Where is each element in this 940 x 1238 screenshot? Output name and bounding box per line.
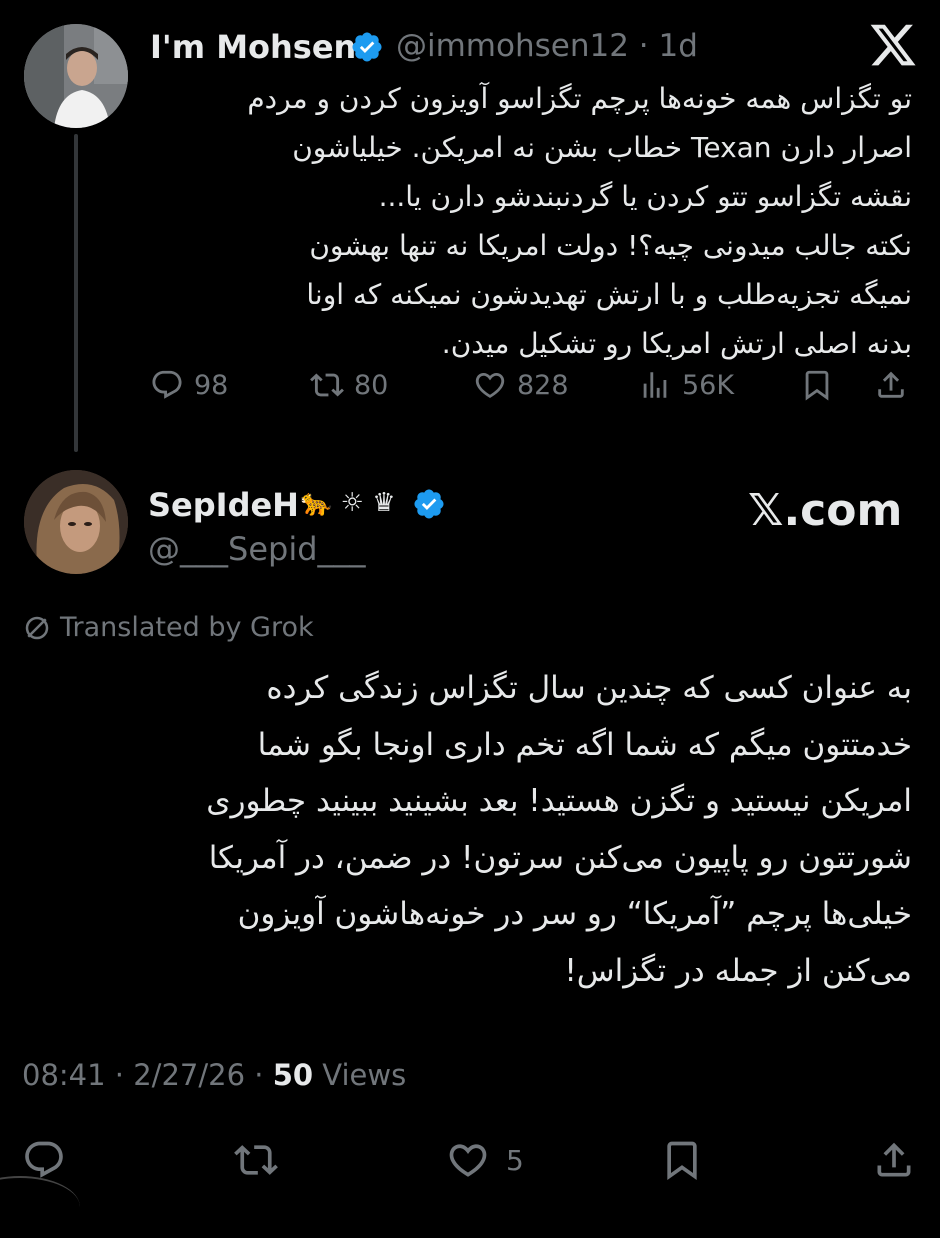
author-name[interactable]: SepIdeH [148, 486, 299, 524]
tweet-text-line: خدمتتون میگم که شما اگه تخم داری اونجا ب… [257, 726, 912, 763]
bookmark-button[interactable] [800, 368, 834, 402]
bookmark-icon [667, 1141, 697, 1181]
views-button[interactable]: 56K [638, 368, 734, 402]
separator-dot: · [245, 1058, 273, 1092]
repost-count: 80 [354, 369, 389, 401]
share-button[interactable] [872, 1138, 916, 1182]
like-count: 828 [517, 369, 569, 401]
separator-dot: · [628, 28, 659, 64]
views-icon [643, 372, 667, 398]
translated-label: Translated by Grok [60, 612, 314, 643]
tweet-text-line: نکته جالب میدونی چیه؟! دولت امریکا نه تن… [309, 229, 912, 262]
screenshot-corner-artifact [0, 1176, 80, 1238]
tweet-metadata: 08:41 · 2/27/26 · 50 Views [22, 1058, 406, 1092]
thread-connector-line [74, 134, 78, 452]
tweet-text-line: نمیگه تجزیه‌طلب و با ارتش تهدیدشون نمیکن… [306, 278, 912, 311]
reply-button[interactable]: 98 [150, 368, 228, 402]
tweet-text-line: می‌کنن از جمله در تگزاس! [564, 952, 912, 989]
tweet-time[interactable]: 08:41 [22, 1058, 106, 1092]
tweet-text-line: به عنوان کسی که چندین سال تگزاس زندگی کر… [266, 670, 912, 706]
tweet-text: به عنوان کسی که چندین سال تگزاس زندگی کر… [32, 660, 912, 999]
author-handle[interactable]: @___Sepid___ [148, 530, 366, 568]
reply-icon [152, 370, 182, 399]
tweet-text-line: شورتتون رو پاپیون می‌کنن سرتون! در ضمن، … [208, 839, 912, 876]
x-logo-icon [870, 24, 916, 66]
repost-icon [234, 1145, 278, 1175]
separator-dot: · [105, 1058, 134, 1092]
reply-to-handle[interactable]: @immohsen12 [396, 28, 629, 64]
bookmark-button[interactable] [660, 1138, 704, 1182]
tweet-text-line: اصرار دارن Texan خطاب بشن نه امریکن. خیل… [292, 131, 912, 164]
tweet-text-line: خیلی‌ها پرچم ”آمریکا“ رو سر در خونه‌هاشو… [237, 896, 912, 932]
tweet-date[interactable]: 2/27/26 [133, 1058, 245, 1092]
repost-button[interactable]: 80 [310, 368, 388, 402]
repost-button[interactable] [234, 1138, 278, 1182]
like-count: 5 [506, 1143, 524, 1177]
views-label: Views [322, 1058, 407, 1092]
verified-badge-icon [414, 489, 444, 519]
tweet-text-line: نقشه تگزاسو تتو کردن یا گردنبندشو دارن ی… [378, 180, 912, 213]
translated-by-grok[interactable]: Translated by Grok [22, 612, 314, 643]
reply-to-tweet-text: تو تگزاس همه خونه‌ها پرچم تگزاسو آویزون … [142, 74, 912, 368]
translate-icon [25, 616, 49, 639]
share-icon [878, 371, 904, 398]
reply-count: 98 [194, 369, 229, 401]
verified-badge-icon [352, 32, 382, 62]
reply-to-author-name[interactable]: I'm Mohsen [150, 28, 356, 66]
reply-to-time[interactable]: 1d [659, 28, 698, 64]
like-icon [475, 372, 505, 398]
views-count: 50 [272, 1058, 314, 1092]
tweet-text-line: امریکن نیستید و تگزن هستید! بعد بشینید ب… [206, 783, 912, 819]
reply-to-handle-and-time: @immohsen12 · 1d [396, 28, 698, 64]
views-count: 56K [682, 369, 735, 401]
share-icon [877, 1142, 911, 1177]
tweet-text-line: بدنه اصلی ارتش امریکا رو تشکیل میدن. [441, 327, 912, 360]
author-name-emojis: 🐆 ☼ ♛ [300, 488, 396, 518]
avatar-mohsen[interactable] [24, 24, 128, 128]
share-button[interactable] [874, 368, 908, 402]
x-com-watermark: 𝕏.com [748, 485, 903, 536]
like-icon [449, 1144, 487, 1177]
repost-icon [310, 373, 344, 397]
tweet-text-line: تو تگزاس همه خونه‌ها پرچم تگزاسو آویزون … [247, 82, 912, 115]
bookmark-icon [805, 370, 829, 401]
avatar-sepideh[interactable] [24, 470, 128, 574]
like-button[interactable]: 828 [473, 368, 569, 402]
like-button[interactable]: 5 [446, 1138, 524, 1182]
